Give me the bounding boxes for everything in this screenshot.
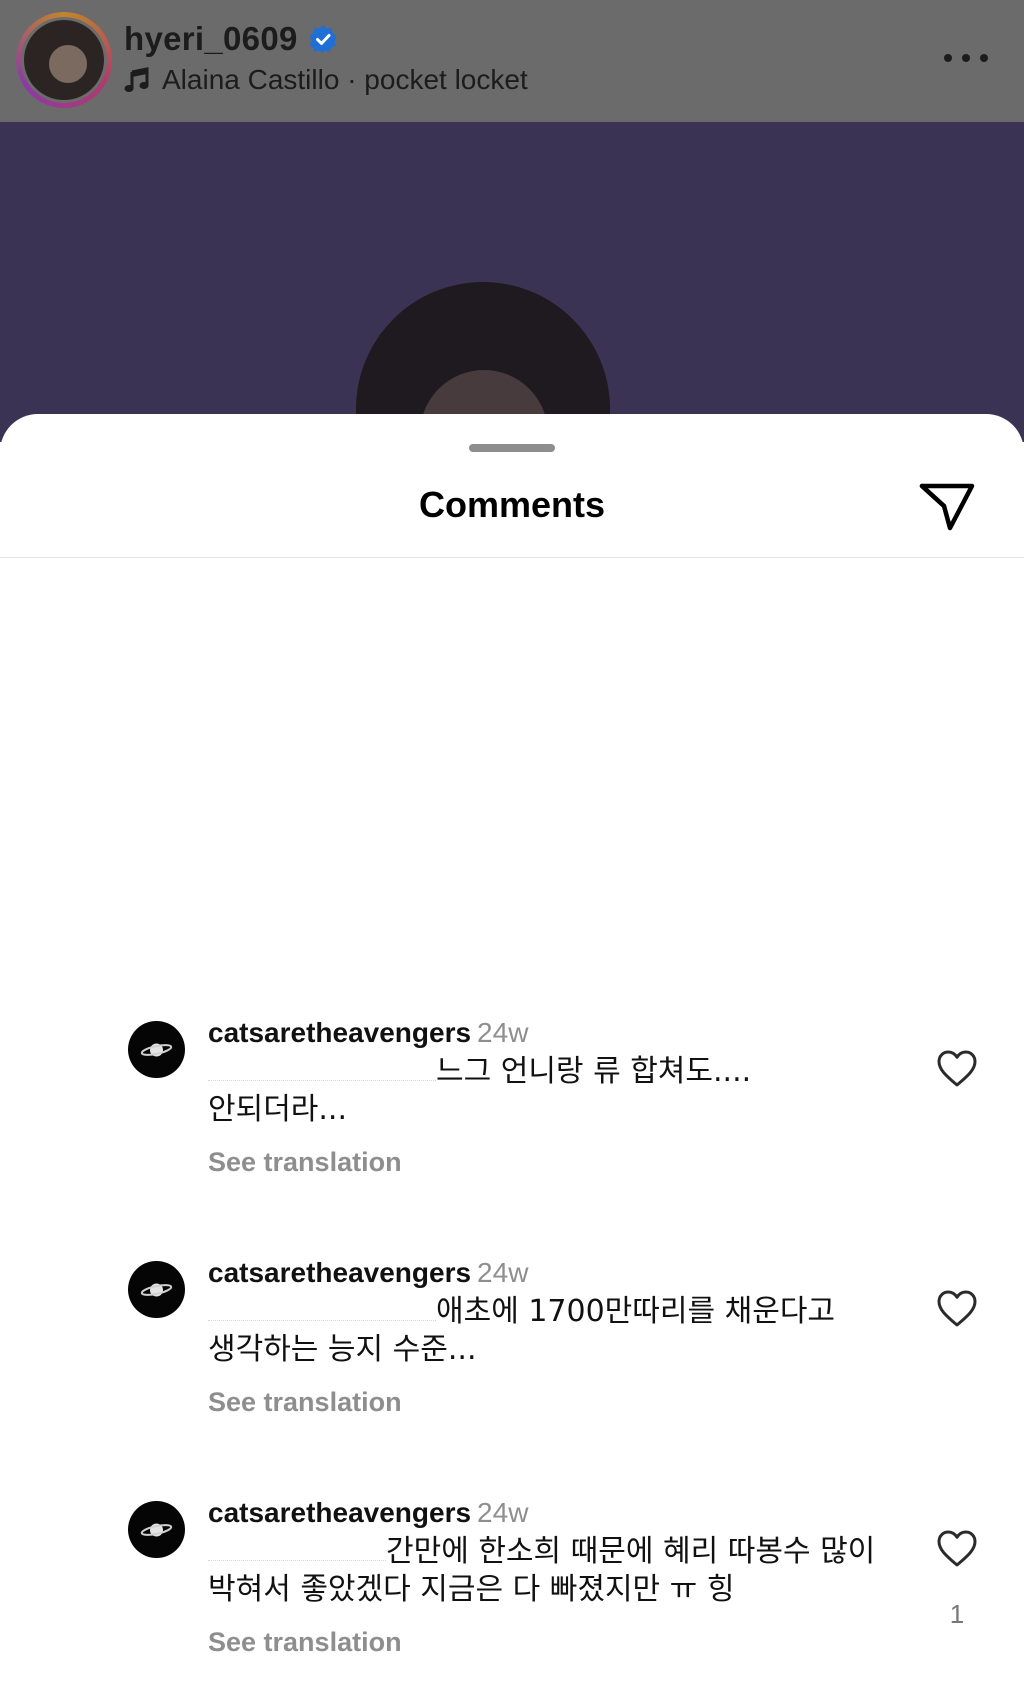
see-translation-link[interactable]: See translation (208, 1147, 898, 1178)
share-button[interactable] (918, 480, 976, 534)
saturn-icon (140, 1523, 173, 1537)
heart-outline-icon (937, 1530, 977, 1567)
saturn-icon (140, 1043, 173, 1057)
comment-item: catsaretheavengers 24w 느그 언니랑 류 합쳐도.... 안… (0, 1015, 1024, 1225)
music-track-label: Alaina Castillo · pocket locket (162, 64, 528, 95)
post-header: hyeri_0609 Alaina Castillo · pocket lock… (0, 0, 1024, 122)
comment-body: catsaretheavengers 24w 느그 언니랑 류 합쳐도.... 안… (208, 1015, 898, 1178)
more-options-button[interactable] (944, 44, 988, 72)
comment-username[interactable]: catsaretheavengers (208, 1017, 471, 1048)
like-button[interactable] (936, 1289, 978, 1329)
post-media (0, 122, 1024, 442)
avatar (24, 20, 104, 100)
comment-text-wrap: 애초에 1700만따리를 채운다고 생각하는 능지 수준... (208, 1293, 898, 1369)
verified-badge-icon (308, 24, 338, 54)
music-row[interactable]: Alaina Castillo · pocket locket (124, 64, 528, 96)
comment-text: 간만에 한소희 때문에 혜리 따봉수 많이 박혀서 좋았겠다 지금은 다 빠졌지… (208, 1534, 876, 1607)
comment-timestamp: 24w (477, 1257, 529, 1288)
mention-blank (208, 1550, 386, 1561)
comment-username[interactable]: catsaretheavengers (208, 1257, 471, 1288)
comment-item: catsaretheavengers 24w 간만에 한소희 때문에 혜리 따봉수… (0, 1495, 1024, 1705)
username-row: hyeri_0609 (124, 20, 338, 58)
mention-blank (208, 1310, 436, 1321)
avatar[interactable] (128, 1501, 185, 1558)
see-translation-link[interactable]: See translation (208, 1627, 898, 1658)
music-note-icon (124, 67, 150, 93)
comment-meta: catsaretheavengers 24w (208, 1015, 898, 1051)
see-translation-link[interactable]: See translation (208, 1387, 898, 1418)
comment-timestamp: 24w (477, 1017, 529, 1048)
story-avatar-ring[interactable] (16, 12, 112, 108)
paper-plane-icon (919, 483, 975, 531)
comment-timestamp: 24w (477, 1497, 529, 1528)
comment-meta: catsaretheavengers 24w (208, 1495, 898, 1531)
heart-outline-icon (937, 1050, 977, 1087)
more-dot (962, 54, 970, 62)
comment-text-wrap: 느그 언니랑 류 합쳐도.... 안되더라... (208, 1053, 898, 1129)
drag-handle[interactable] (469, 444, 555, 452)
like-button[interactable] (936, 1529, 978, 1569)
comment-username[interactable]: catsaretheavengers (208, 1497, 471, 1528)
sheet-divider (0, 557, 1024, 558)
comment-text-wrap: 간만에 한소희 때문에 혜리 따봉수 많이 박혀서 좋았겠다 지금은 다 빠졌지… (208, 1533, 898, 1609)
mention-blank (208, 1070, 436, 1081)
comments-title: Comments (418, 484, 606, 525)
comment-text: 느그 언니랑 류 합쳐도.... 안되더라... (208, 1054, 752, 1127)
comment-body: catsaretheavengers 24w 간만에 한소희 때문에 혜리 따봉수… (208, 1495, 898, 1658)
like-count: 1 (949, 1599, 965, 1629)
comment-meta: catsaretheavengers 24w (208, 1255, 898, 1291)
comment-item: catsaretheavengers 24w 애초에 1700만따리를 채운다고 … (0, 1255, 1024, 1465)
saturn-icon (140, 1283, 173, 1297)
more-dot (980, 54, 988, 62)
post-username[interactable]: hyeri_0609 (124, 20, 298, 58)
comment-body: catsaretheavengers 24w 애초에 1700만따리를 채운다고 … (208, 1255, 898, 1418)
avatar[interactable] (128, 1021, 185, 1078)
like-button[interactable] (936, 1049, 978, 1089)
avatar-border (21, 17, 107, 103)
comment-text: 애초에 1700만따리를 채운다고 생각하는 능지 수준... (208, 1294, 836, 1367)
more-horizontal-icon (944, 54, 952, 62)
heart-outline-icon (937, 1290, 977, 1327)
comments-sheet: Comments catsaretheavengers 24w 느그 언니랑 류 … (0, 414, 1024, 1696)
avatar[interactable] (128, 1261, 185, 1318)
